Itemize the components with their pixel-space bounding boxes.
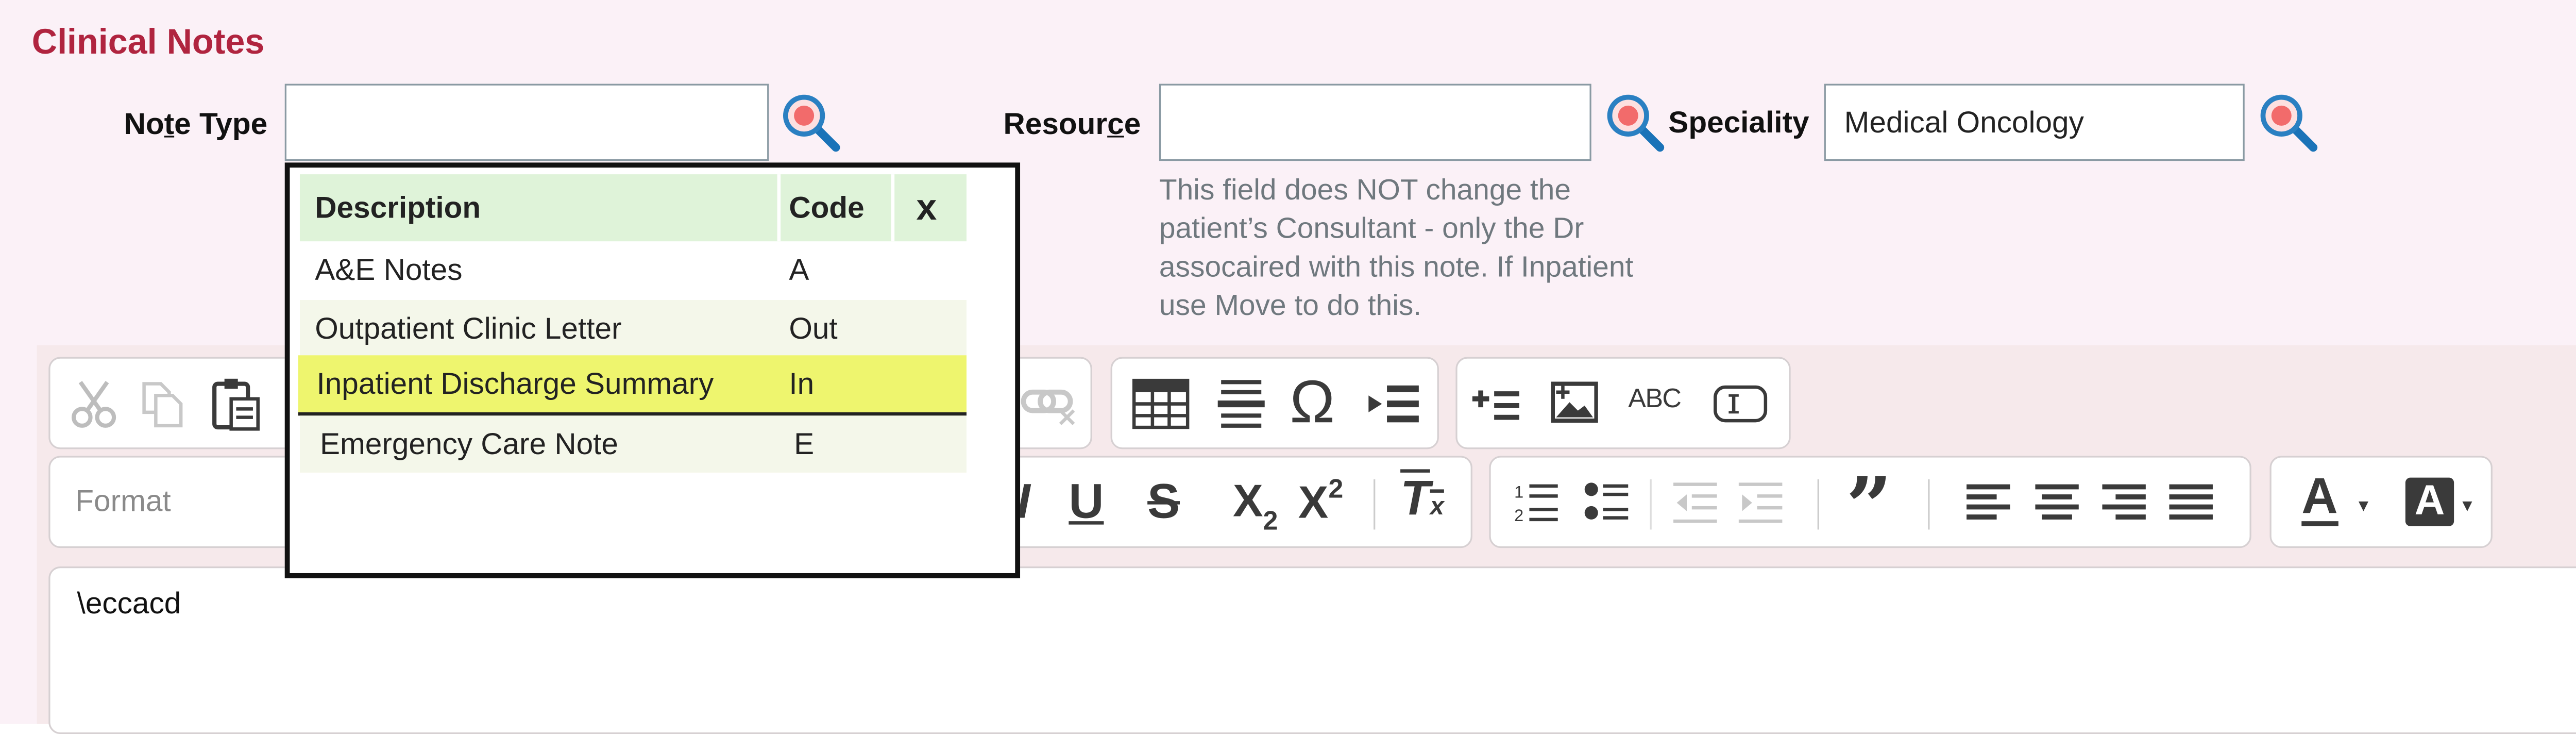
page-title: Clinical Notes [31,23,265,62]
background-color-icon[interactable]: A [2405,477,2454,526]
resource-search-icon[interactable] [1603,91,1667,155]
indent-block-icon[interactable] [1367,382,1420,426]
subscript-icon[interactable]: X2 [1233,476,1278,538]
speciality-input[interactable]: Medical Oncology [1824,84,2245,161]
background-color-dropdown-icon[interactable]: ▼ [2459,498,2476,516]
row-code: In [789,367,815,401]
code-header: Code [789,191,865,225]
table-icon[interactable] [1132,378,1190,429]
row-code: E [794,427,815,461]
paste-icon[interactable] [209,375,263,432]
speciality-label: Speciality [1668,105,1809,139]
row-description: Emergency Care Note [319,427,618,461]
svg-text:2: 2 [1514,506,1523,525]
toolbar-separator [1374,479,1376,530]
text-color-dropdown-icon[interactable]: ▼ [2355,498,2371,516]
image-icon[interactable] [1551,379,1598,426]
bullet-list-icon[interactable] [1583,479,1630,526]
media-toolbar: ABC [1455,357,1791,449]
lookup-header-row: Description Code x [299,174,967,242]
close-icon[interactable]: x [916,174,937,241]
indent-icon[interactable] [1737,479,1784,526]
note-type-lookup-popup: Description Code x A&E Notes A Outpatien… [284,162,1021,578]
toolbar-separator [1650,479,1652,530]
horizontal-rule-icon[interactable] [1216,375,1266,432]
lookup-row-ae-notes[interactable]: A&E Notes A [300,241,967,298]
numbered-list-icon[interactable]: 1 2 [1513,479,1560,526]
special-char-icon[interactable]: Ω [1290,367,1335,438]
editor-content[interactable]: \eccacd [77,587,181,622]
resource-input[interactable] [1159,84,1591,161]
format-dropdown[interactable]: Format [48,456,317,548]
strikethrough-icon[interactable]: S [1147,476,1180,531]
lookup-row-inpatient-discharge-summary[interactable]: Inpatient Discharge Summary In [298,355,967,416]
header-divider [777,174,781,242]
svg-text:1: 1 [1514,483,1523,502]
lookup-row-outpatient-clinic-letter[interactable]: Outpatient Clinic Letter Out [299,299,967,357]
clipboard-toolbar [48,357,300,449]
resource-label: Resource [1003,107,1141,141]
copy-icon[interactable] [139,379,186,429]
remove-format-icon[interactable]: Tx [1400,473,1444,528]
justify-icon[interactable] [2169,482,2213,523]
align-left-icon[interactable] [1967,482,2010,523]
paragraph-toolbar: 1 2 ” [1489,456,2251,555]
underline-icon[interactable]: U [1069,476,1104,531]
header-divider [891,174,895,242]
description-header: Description [315,191,481,225]
row-code: Out [789,311,838,345]
text-color-icon[interactable]: A [2301,472,2338,526]
text-style-toolbar: I U S X2 X2 Tx [998,456,1472,548]
note-type-label: Note Type [124,107,268,141]
resource-hint: This field does NOT change the patient’s… [1159,172,1634,322]
cut-icon[interactable] [71,379,117,429]
spellcheck-label: ABC [1628,385,1682,414]
insert-toolbar: Ω [1110,357,1439,449]
row-description: Inpatient Discharge Summary [316,367,714,401]
note-type-search-icon[interactable] [779,91,843,155]
app-root: Clinical Notes Note Type Resource This f… [0,0,2576,734]
align-right-icon[interactable] [2102,482,2146,523]
color-toolbar: A ▼ A ▼ [2269,456,2493,548]
row-description: Outpatient Clinic Letter [315,311,622,345]
blockquote-icon[interactable]: ” [1846,461,1892,555]
superscript-icon[interactable]: X2 [1298,476,1344,529]
format-label: Format [75,484,171,518]
toolbar-separator [1817,479,1819,530]
toolbar-separator [1928,479,1930,530]
row-code: A [789,253,809,287]
editor-body[interactable]: \eccacd [48,566,2576,734]
row-description: A&E Notes [315,253,463,287]
spellcheck-icon[interactable]: ABC [1628,385,1682,416]
note-type-input[interactable] [284,84,769,161]
lookup-row-emergency-care-note[interactable]: Emergency Care Note E [299,415,967,473]
speciality-search-icon[interactable] [2257,91,2320,155]
insert-list-icon[interactable] [1471,382,1521,426]
textfield-icon[interactable] [1712,384,1769,424]
outdent-icon[interactable] [1672,479,1719,526]
align-center-icon[interactable] [2035,482,2079,523]
unlink-icon[interactable] [1020,382,1077,426]
